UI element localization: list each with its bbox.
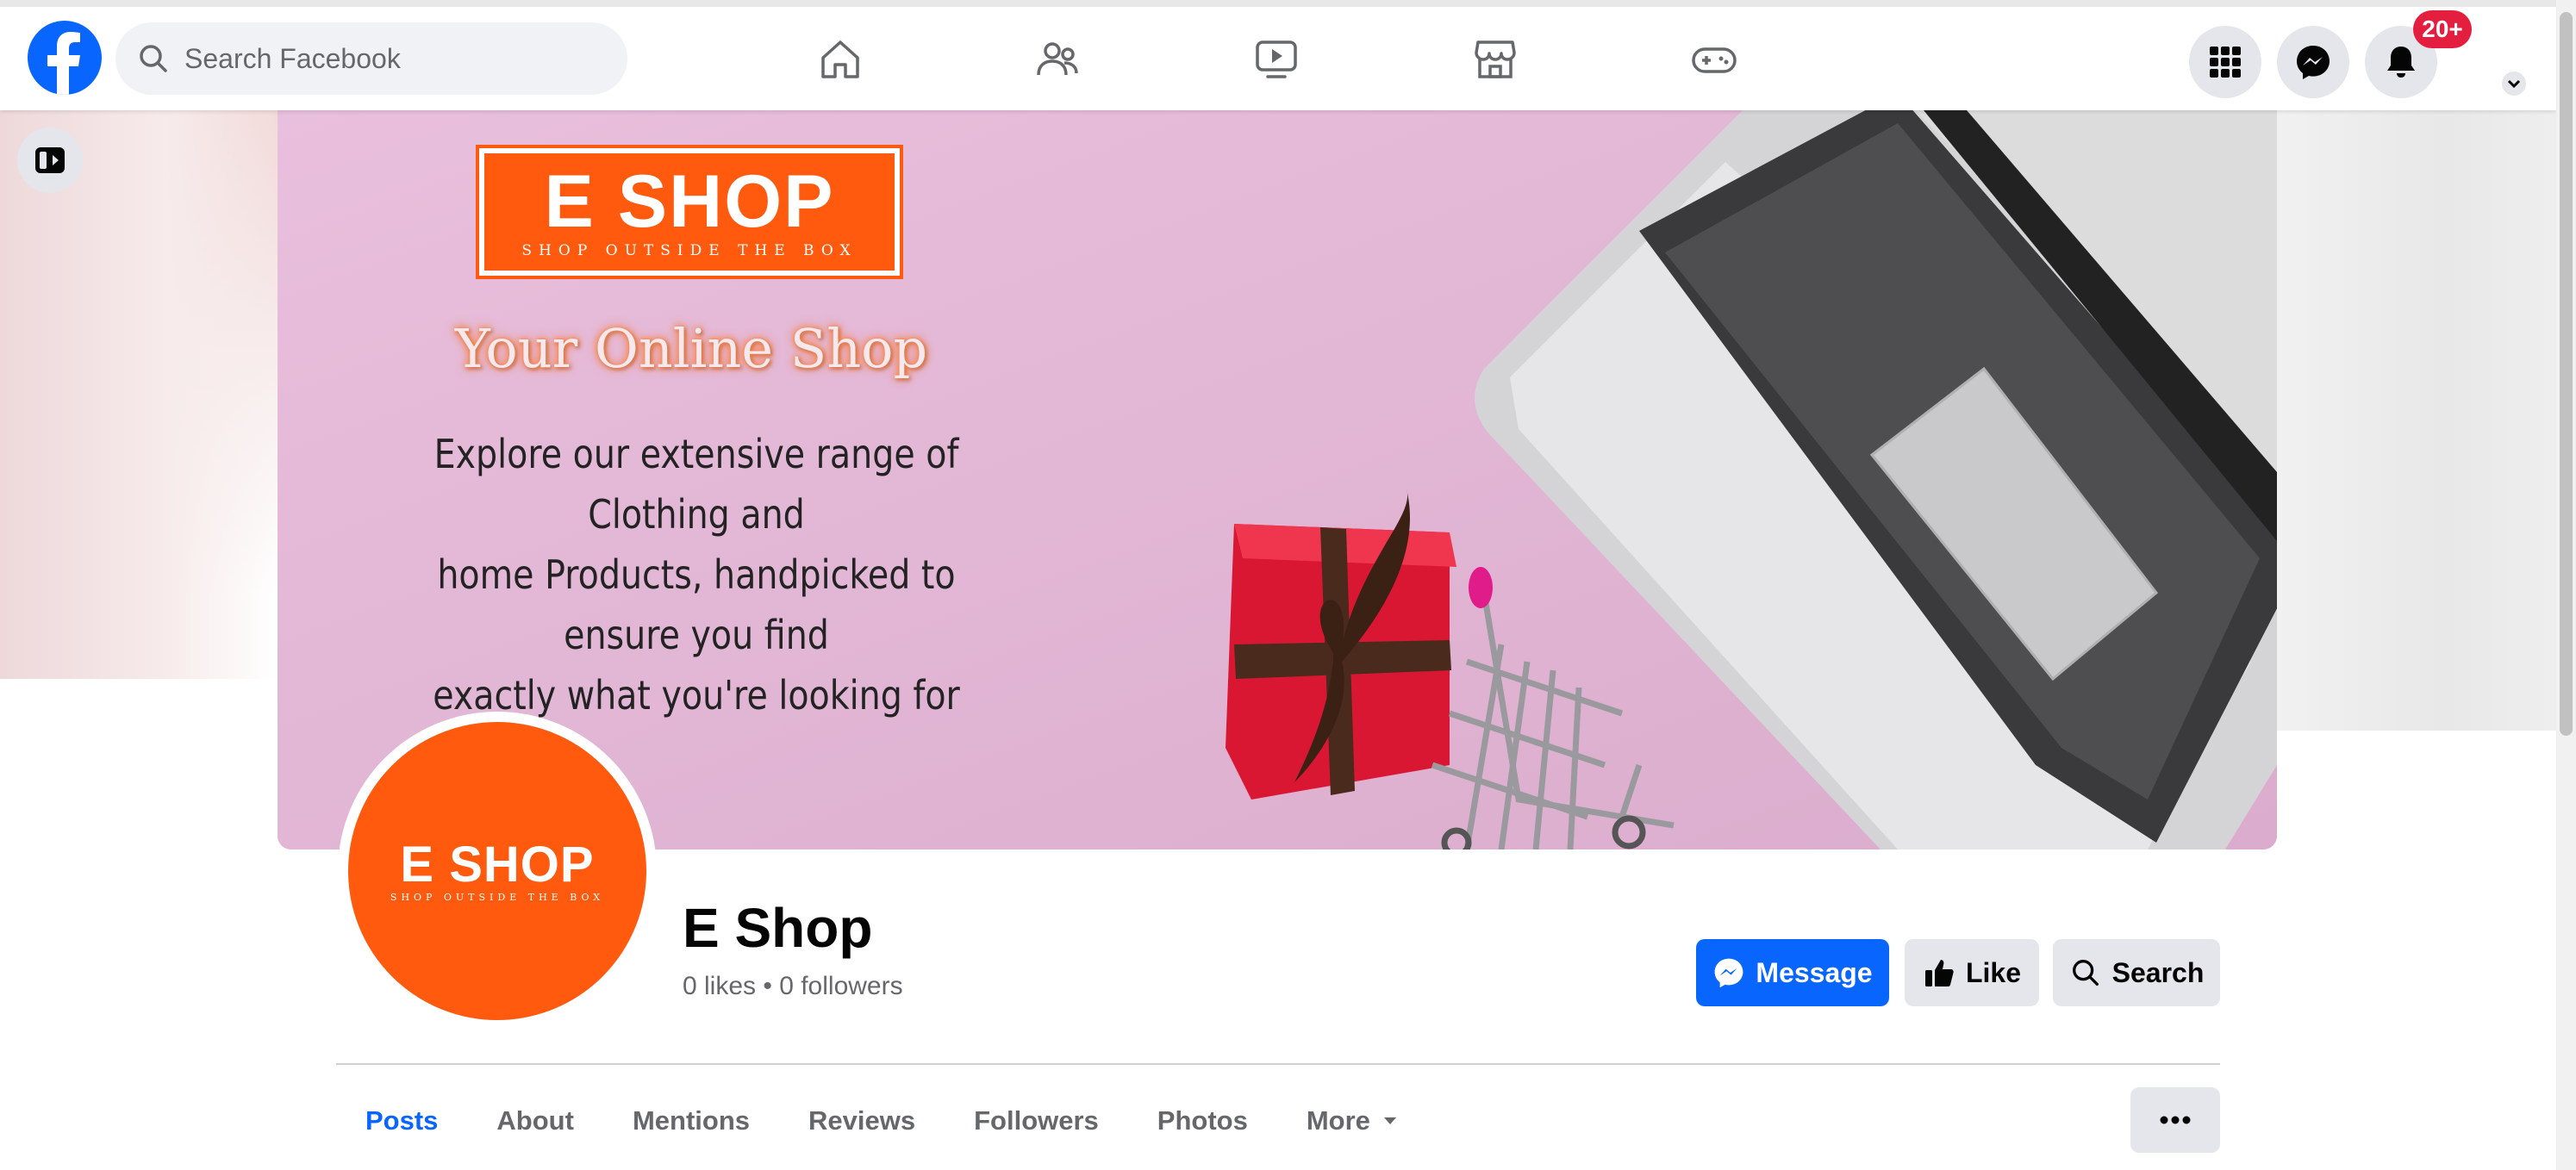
cover-logo-tagline: Shop Outside The Box [521, 242, 858, 259]
notification-badge: 20+ [2413, 10, 2472, 48]
profile-logo-text: E SHOP [400, 836, 595, 893]
tab-more[interactable]: More [1277, 1086, 1429, 1156]
sidebar-toggle-icon[interactable] [17, 128, 83, 193]
page-stats[interactable]: 0 likes • 0 followers [683, 972, 903, 1001]
search-input[interactable] [184, 42, 581, 75]
search-button-label: Search [2111, 956, 2205, 988]
top-navigation-bar [0, 0, 2556, 110]
thumbs-up-icon [1924, 960, 1954, 986]
more-options-button[interactable] [2130, 1087, 2220, 1153]
profile-picture[interactable]: E SHOP Shop Outside The Box [338, 712, 657, 1030]
cover-description-line: home Products, handpicked to ensure you … [437, 551, 956, 658]
like-button-label: Like [1965, 956, 2022, 988]
page-tabs: Posts About Mentions Reviews Followers P… [336, 1086, 1429, 1163]
cover-description: Explore our extensive range of Clothing … [377, 424, 1015, 725]
page-search-button[interactable]: Search [2053, 939, 2220, 1006]
like-button[interactable]: Like [1905, 939, 2039, 1006]
scrollbar-thumb[interactable] [2560, 12, 2573, 736]
message-button[interactable]: Message [1696, 939, 1889, 1006]
tab-photos[interactable]: Photos [1128, 1086, 1277, 1156]
messenger-icon[interactable] [2277, 26, 2349, 98]
tab-about[interactable]: About [467, 1086, 603, 1156]
search-icon [2072, 960, 2099, 986]
menu-grid-icon[interactable] [2189, 26, 2261, 98]
cover-logo-text: E SHOP [544, 160, 835, 243]
profile-logo-tagline: Shop Outside The Box [390, 891, 605, 903]
page-scrollbar[interactable] [2556, 0, 2576, 1170]
page-background-left [0, 110, 278, 679]
search-icon [140, 45, 167, 72]
messenger-icon [1714, 958, 1743, 988]
tab-mentions[interactable]: Mentions [603, 1086, 779, 1156]
ellipsis-icon [2160, 1116, 2191, 1124]
search-bar[interactable] [115, 22, 627, 95]
cover-shop-logo: E SHOP Shop Outside The Box [476, 145, 903, 279]
gaming-icon[interactable] [1684, 29, 1744, 90]
caret-down-icon [1383, 1117, 1396, 1124]
home-icon[interactable] [810, 29, 870, 90]
page-background-right [2277, 110, 2556, 731]
page-title: E Shop [683, 897, 873, 959]
tab-followers[interactable]: Followers [945, 1086, 1128, 1156]
marketplace-icon[interactable] [1465, 29, 1525, 90]
cover-headline: Your Online Shop [454, 317, 928, 380]
message-button-label: Message [1756, 956, 1873, 988]
section-divider [336, 1063, 2220, 1065]
video-icon[interactable] [1246, 29, 1307, 90]
tab-more-label: More [1306, 1105, 1370, 1136]
friends-icon[interactable] [1027, 29, 1088, 90]
gift-box-illustration [1226, 489, 1456, 800]
facebook-logo-icon[interactable] [28, 21, 102, 95]
tab-posts[interactable]: Posts [336, 1086, 467, 1156]
tab-reviews[interactable]: Reviews [779, 1086, 945, 1156]
account-menu-chevron-down-icon[interactable] [2499, 69, 2529, 98]
cover-description-line: Explore our extensive range of Clothing … [433, 431, 959, 538]
